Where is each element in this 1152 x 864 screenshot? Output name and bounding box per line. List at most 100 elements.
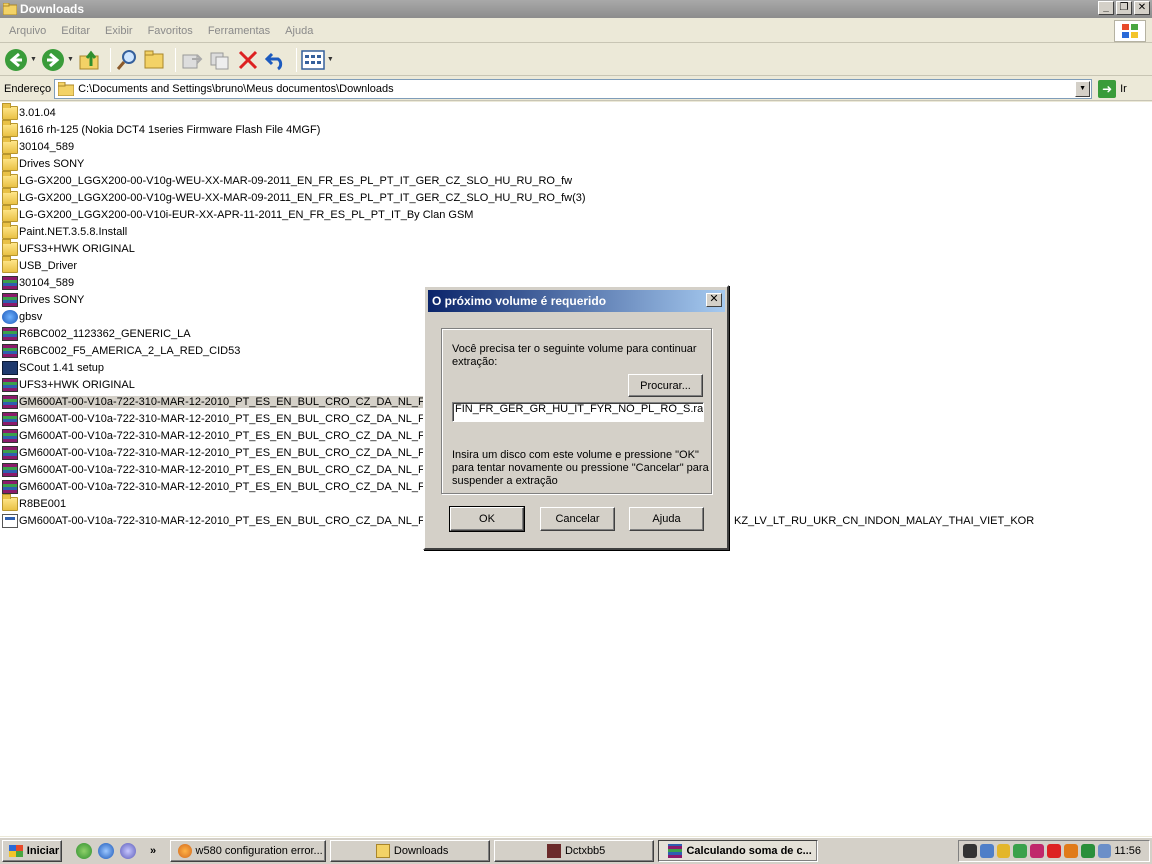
file-item[interactable]: LG-GX200_LGGX200-00-V10g-WEU-XX-MAR-09-2…	[2, 187, 586, 206]
file-item[interactable]: GM600AT-00-V10a-722-310-MAR-12-2010_PT_E…	[2, 461, 449, 478]
file-item[interactable]: 30104_589	[2, 136, 75, 155]
rar-icon	[2, 377, 18, 392]
folder-icon	[3, 3, 17, 15]
file-item[interactable]: GM600AT-00-V10a-722-310-MAR-12-2010_PT_E…	[2, 427, 449, 444]
help-button[interactable]: Ajuda	[629, 507, 704, 531]
up-folder-button[interactable]	[78, 46, 102, 74]
file-name: R8BE001	[19, 497, 67, 510]
task-button-winrar[interactable]: Calculando soma de c...	[658, 840, 819, 862]
file-item[interactable]: R8BE001	[2, 493, 67, 512]
file-item[interactable]: Drives SONY	[2, 153, 84, 172]
undo-button[interactable]	[264, 46, 288, 74]
menu-arquivo[interactable]: Arquivo	[3, 23, 52, 39]
quick-launch	[76, 843, 136, 859]
rar-icon	[2, 275, 18, 290]
file-name-tail: KZ_LV_LT_RU_UKR_CN_INDON_MALAY_THAI_VIET…	[734, 514, 1035, 527]
task-label: Downloads	[393, 845, 449, 857]
ok-button[interactable]: OK	[449, 506, 525, 532]
winrar-icon	[668, 844, 683, 858]
file-item[interactable]: GM600AT-00-V10a-722-310-MAR-12-2010_PT_E…	[2, 478, 449, 495]
file-item[interactable]: SCout 1.41 setup	[2, 359, 104, 376]
file-name: 30104_589	[19, 140, 75, 153]
dialog-close-button[interactable]: ✕	[706, 293, 722, 307]
move-to-button[interactable]	[180, 46, 204, 74]
menu-ferramentas[interactable]: Ferramentas	[202, 23, 276, 39]
folder-icon	[2, 170, 18, 188]
address-field[interactable]: C:\Documents and Settings\bruno\Meus doc…	[54, 78, 1093, 99]
show-desktop-icon[interactable]	[76, 843, 92, 859]
menu-favoritos[interactable]: Favoritos	[142, 23, 199, 39]
utorrent-icon[interactable]	[1013, 844, 1028, 858]
file-item[interactable]: UFS3+HWK ORIGINAL	[2, 376, 135, 393]
internet-explorer-icon[interactable]	[98, 843, 114, 859]
copy-to-button[interactable]	[208, 46, 232, 74]
search-button[interactable]	[115, 46, 139, 74]
window-title-bar[interactable]: Downloads _ ❐ ✕	[0, 0, 1152, 18]
folder-icon	[2, 204, 18, 222]
file-item[interactable]: 1616 rh-125 (Nokia DCT4 1series Firmware…	[2, 119, 320, 138]
minimize-button[interactable]: _	[1098, 1, 1114, 15]
tray-app-icon[interactable]	[963, 844, 977, 858]
task-button-downloads[interactable]: Downloads	[330, 840, 491, 862]
back-icon	[5, 48, 27, 71]
file-name: Paint.NET.3.5.8.Install	[19, 225, 128, 238]
up-folder-icon	[79, 50, 99, 69]
settings-gear-icon[interactable]	[120, 843, 136, 859]
tray-app3-icon[interactable]	[1047, 844, 1061, 858]
dialog-message: Você precisa ter o seguinte volume para …	[452, 343, 697, 368]
network-icon[interactable]	[979, 844, 994, 858]
menu-ajuda[interactable]: Ajuda	[279, 23, 319, 39]
file-item[interactable]: R6BC002_1123362_GENERIC_LA	[2, 325, 191, 342]
volume-icon[interactable]	[1097, 844, 1112, 858]
tray-app2-icon[interactable]	[1030, 844, 1045, 858]
delete-icon	[238, 50, 257, 69]
security-shield-icon[interactable]	[996, 844, 1011, 858]
menu-exibir[interactable]: Exibir	[99, 23, 139, 39]
file-item[interactable]: GM600AT-00-V10a-722-310-MAR-12-2010_PT_E…	[2, 410, 449, 427]
file-item[interactable]: Drives SONY	[2, 291, 84, 308]
volume-input[interactable]: FIN_FR_GER_GR_HU_IT_FYR_NO_PL_RO_S.rar	[452, 402, 704, 422]
file-name: GM600AT-00-V10a-722-310-MAR-12-2010_PT_E…	[19, 463, 449, 476]
file-name: 30104_589	[19, 276, 75, 289]
exe-icon	[2, 513, 18, 528]
file-item[interactable]: LG-GX200_LGGX200-00-V10g-WEU-XX-MAR-09-2…	[2, 170, 572, 189]
address-path: C:\Documents and Settings\bruno\Meus doc…	[78, 82, 394, 95]
browse-button[interactable]: Procurar...	[628, 374, 703, 397]
views-button[interactable]: ▼	[301, 46, 334, 74]
file-item[interactable]: GM600AT-00-V10a-722-310-MAR-12-2010_PT_E…	[2, 512, 449, 529]
restore-button[interactable]: ❐	[1116, 1, 1132, 15]
close-button[interactable]: ✕	[1134, 1, 1150, 15]
menu-editar[interactable]: Editar	[55, 23, 96, 39]
go-button[interactable]: ➜ Ir	[1098, 79, 1127, 98]
start-button[interactable]: Iniciar	[2, 840, 62, 862]
file-item[interactable]: R6BC002_F5_AMERICA_2_LA_RED_CID53	[2, 342, 240, 359]
file-item[interactable]: GM600AT-00-V10a-722-310-MAR-12-2010_PT_E…	[2, 444, 449, 461]
quick-launch-chevron[interactable]: »	[150, 845, 156, 857]
file-name: Drives SONY	[19, 293, 85, 306]
ie-icon	[2, 309, 18, 324]
dialog-title-bar[interactable]: O próximo volume é requerido ✕	[428, 290, 725, 312]
file-item[interactable]: LG-GX200_LGGX200-00-V10i-EUR-XX-APR-11-2…	[2, 204, 473, 223]
tray-app4-icon[interactable]	[1063, 844, 1078, 858]
task-button-dctxbb5[interactable]: Dctxbb5	[494, 840, 655, 862]
file-item[interactable]: GM600AT-00-V10a-722-310-MAR-12-2010_PT_E…	[2, 393, 449, 410]
clock: 11:56	[1114, 845, 1142, 857]
app-icon	[2, 360, 18, 375]
file-item[interactable]: 3.01.04	[2, 102, 56, 121]
delete-button[interactable]	[236, 46, 260, 74]
folder-icon	[2, 238, 18, 256]
task-button-firefox[interactable]: w580 configuration error...	[170, 840, 327, 862]
back-button[interactable]: ▼	[4, 46, 37, 74]
task-label: w580 configuration error...	[195, 845, 323, 857]
file-item[interactable]: Paint.NET.3.5.8.Install	[2, 221, 128, 240]
address-dropdown-button[interactable]: ▼	[1075, 80, 1091, 97]
file-item[interactable]: gbsv	[2, 308, 42, 325]
file-item[interactable]: UFS3+HWK ORIGINAL	[2, 238, 135, 257]
folders-button[interactable]	[143, 46, 167, 74]
cancel-button[interactable]: Cancelar	[540, 507, 615, 531]
file-item[interactable]: USB_Driver	[2, 255, 77, 274]
folders-icon	[144, 50, 164, 68]
forward-button[interactable]: ▼	[41, 46, 74, 74]
nvidia-icon[interactable]	[1080, 844, 1095, 858]
file-item[interactable]: 30104_589	[2, 274, 74, 291]
